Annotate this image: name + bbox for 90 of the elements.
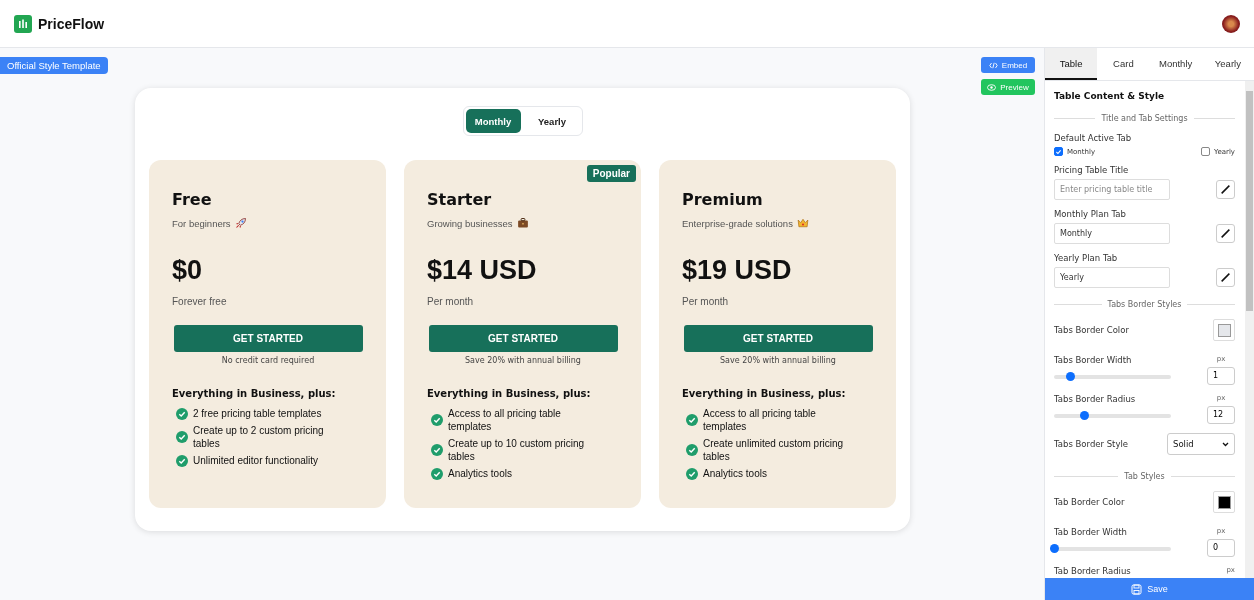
chevron-down-icon bbox=[1222, 441, 1229, 447]
price-period: Forever free bbox=[172, 296, 228, 307]
text-field[interactable]: Yearly bbox=[1054, 267, 1170, 288]
check-icon bbox=[431, 444, 443, 456]
pen-button[interactable] bbox=[1216, 180, 1235, 199]
plan-subtitle: Enterprise-grade solutions bbox=[682, 217, 793, 229]
briefcase-icon bbox=[516, 217, 529, 229]
feature-text: Create up to 2 custom pricing tables bbox=[193, 424, 325, 450]
plan-note: Save 20% with annual billing bbox=[719, 356, 837, 365]
feature-text: 2 free pricing table templates bbox=[193, 407, 322, 420]
check-icon bbox=[686, 444, 698, 456]
plan-name: Premium bbox=[682, 190, 764, 209]
template-badge: Official Style Template bbox=[0, 57, 108, 74]
pen-icon bbox=[1220, 272, 1231, 283]
feature-text: Create up to 10 custom pricing tables bbox=[448, 437, 586, 463]
check-icon bbox=[431, 414, 443, 426]
panel-title: Table Content & Style bbox=[1054, 91, 1166, 101]
save-icon bbox=[1131, 583, 1143, 595]
get-started-button[interactable]: GET STARTED bbox=[428, 325, 618, 352]
plan-price: $14 USD bbox=[427, 255, 538, 286]
scrollbar[interactable] bbox=[1245, 81, 1254, 578]
check-icon bbox=[686, 467, 698, 480]
get-started-button[interactable]: GET STARTED bbox=[173, 325, 363, 352]
field-label: Tab Border Radius bbox=[1054, 566, 1131, 576]
plan-subtitle: For beginners bbox=[172, 217, 231, 229]
field-label: Yearly Plan Tab bbox=[1054, 253, 1119, 263]
billing-tab[interactable]: Yearly bbox=[524, 109, 580, 133]
slider-thumb[interactable] bbox=[1066, 372, 1076, 381]
get-started-button[interactable]: GET STARTED bbox=[683, 325, 873, 352]
field-label: Pricing Table Title bbox=[1054, 165, 1130, 175]
price-period: Per month bbox=[682, 296, 730, 307]
check-icon bbox=[176, 431, 188, 443]
save-button[interactable]: Save bbox=[1045, 578, 1254, 600]
feature-text: Analytics tools bbox=[703, 467, 767, 480]
brand-name: PriceFlow bbox=[38, 15, 105, 32]
crown-icon bbox=[796, 217, 809, 229]
field-label: Tabs Border Color bbox=[1054, 325, 1129, 335]
plan-subtitle: Growing businesses bbox=[427, 217, 513, 229]
checkbox[interactable] bbox=[1201, 147, 1211, 156]
code-icon bbox=[988, 61, 998, 69]
rocket-icon bbox=[234, 217, 247, 229]
slider-thumb[interactable] bbox=[1080, 411, 1090, 420]
eye-icon bbox=[987, 83, 997, 91]
feature-text: Access to all pricing table templates bbox=[448, 407, 562, 433]
check-icon bbox=[176, 407, 188, 420]
pen-icon bbox=[1220, 184, 1231, 195]
pen-button[interactable] bbox=[1216, 268, 1235, 287]
field-label: Default Active Tab bbox=[1054, 133, 1133, 143]
number-field[interactable]: 12 bbox=[1207, 405, 1235, 424]
field-label: Tabs Border Radius bbox=[1054, 394, 1137, 404]
embed-button[interactable]: Embed bbox=[981, 57, 1035, 73]
checkbox[interactable] bbox=[1054, 147, 1063, 156]
panel-tab[interactable]: Table bbox=[1045, 48, 1098, 80]
billing-tab[interactable]: Monthly bbox=[465, 109, 521, 133]
price-period: Per month bbox=[427, 296, 475, 307]
number-field[interactable]: 0 bbox=[1207, 538, 1235, 557]
features-heading: Everything in Business, plus: bbox=[427, 388, 592, 399]
slider-thumb[interactable] bbox=[1050, 544, 1059, 553]
plan-note: No credit card required bbox=[220, 356, 316, 365]
feature-text: Analytics tools bbox=[448, 467, 512, 480]
popular-badge: Popular bbox=[586, 165, 636, 182]
feature-text: Unlimited editor functionality bbox=[193, 454, 319, 467]
section-heading: Tab Styles bbox=[1124, 472, 1165, 481]
field-label: Monthly Plan Tab bbox=[1054, 209, 1127, 219]
logo-icon bbox=[14, 14, 32, 33]
plan-price: $19 USD bbox=[682, 255, 793, 286]
plan-price: $0 bbox=[172, 255, 204, 286]
check-icon bbox=[686, 414, 698, 426]
text-field[interactable]: Monthly bbox=[1054, 223, 1170, 244]
field-label: Tabs Border Width bbox=[1054, 355, 1133, 365]
plan-name: Free bbox=[172, 190, 213, 209]
section-heading: Title and Tab Settings bbox=[1101, 114, 1188, 123]
avatar[interactable] bbox=[1222, 14, 1240, 33]
number-field[interactable]: 1 bbox=[1207, 366, 1235, 385]
style-dropdown[interactable]: Solid bbox=[1167, 433, 1235, 455]
feature-text: Access to all pricing table templates bbox=[703, 407, 817, 433]
features-heading: Everything in Business, plus: bbox=[172, 388, 337, 399]
field-label: Tab Border Color bbox=[1054, 497, 1125, 507]
check-icon bbox=[431, 467, 443, 480]
pen-icon bbox=[1220, 228, 1231, 239]
section-heading: Tabs Border Styles bbox=[1107, 300, 1182, 309]
check-icon bbox=[176, 454, 188, 467]
field-label: Tabs Border Style bbox=[1054, 439, 1129, 449]
field-label: Tab Border Width bbox=[1054, 527, 1128, 537]
plan-note: Save 20% with annual billing bbox=[464, 356, 582, 365]
pen-button[interactable] bbox=[1216, 224, 1235, 243]
plan-name: Starter bbox=[427, 190, 493, 209]
feature-text: Create unlimited custom pricing tables bbox=[703, 437, 845, 463]
text-field[interactable]: Enter pricing table title bbox=[1054, 179, 1170, 200]
features-heading: Everything in Business, plus: bbox=[682, 388, 847, 399]
